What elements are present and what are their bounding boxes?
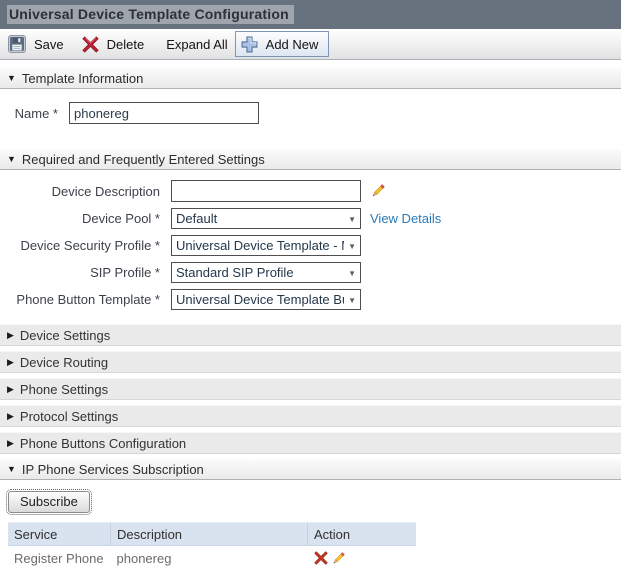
device-security-profile-select[interactable]: Universal Device Template - Moc ▼ (171, 235, 361, 256)
view-details-link[interactable]: View Details (370, 211, 441, 226)
expand-all-button[interactable]: Expand All (166, 37, 227, 52)
column-header-service: Service (8, 523, 111, 546)
delete-button-label: Delete (107, 37, 145, 52)
subscribe-button[interactable]: Subscribe (8, 491, 90, 513)
expanded-triangle-icon: ▼ (7, 73, 16, 83)
column-header-description: Description (111, 523, 308, 546)
phone-button-template-select[interactable]: Universal Device Template Butto ▼ (171, 289, 361, 310)
chevron-down-icon: ▼ (348, 242, 356, 251)
delete-button[interactable]: Delete (82, 36, 145, 53)
sip-profile-select[interactable]: Standard SIP Profile ▼ (171, 262, 361, 283)
blue-plus-icon (241, 36, 258, 53)
device-pool-select[interactable]: Default ▼ (171, 208, 361, 229)
section-protocol-settings[interactable]: ▶ Protocol Settings (0, 405, 621, 427)
chevron-down-icon: ▼ (348, 269, 356, 278)
description-cell: phonereg (111, 546, 308, 571)
section-device-routing[interactable]: ▶ Device Routing (0, 351, 621, 373)
edit-pencil-icon[interactable] (370, 183, 386, 199)
collapsed-sections: ▶ Device Settings ▶ Device Routing ▶ Pho… (0, 324, 621, 480)
device-pool-value: Default (176, 211, 344, 226)
services-table: Service Description Action Register Phon… (8, 522, 416, 570)
section-device-routing-label: Device Routing (20, 355, 108, 370)
section-device-settings[interactable]: ▶ Device Settings (0, 324, 621, 346)
services-table-header-row: Service Description Action (8, 523, 416, 546)
device-description-input[interactable] (171, 180, 361, 202)
device-pool-row: Device Pool * Default ▼ View Details (0, 207, 621, 229)
expand-all-label: Expand All (166, 37, 227, 52)
name-label: Name * (0, 106, 58, 121)
device-pool-label: Device Pool * (0, 211, 160, 226)
collapsed-triangle-icon: ▶ (7, 411, 14, 422)
save-button-label: Save (34, 37, 64, 52)
save-button[interactable]: Save (8, 35, 64, 53)
expanded-triangle-icon: ▼ (7, 464, 16, 474)
section-phone-buttons-configuration-label: Phone Buttons Configuration (20, 436, 186, 451)
section-template-information[interactable]: ▼ Template Information (0, 68, 621, 89)
add-new-button[interactable]: Add New (235, 31, 330, 57)
red-x-icon (82, 36, 99, 53)
section-protocol-settings-label: Protocol Settings (20, 409, 118, 424)
device-security-profile-value: Universal Device Template - Moc (176, 238, 344, 253)
chevron-down-icon: ▼ (348, 215, 356, 224)
edit-service-pencil-icon[interactable] (331, 551, 346, 566)
action-cell (308, 546, 417, 571)
column-header-action: Action (308, 523, 417, 546)
collapsed-triangle-icon: ▶ (7, 384, 14, 395)
phone-button-template-label: Phone Button Template * (0, 292, 160, 307)
section-ip-phone-services-subscription[interactable]: ▼ IP Phone Services Subscription (0, 459, 621, 480)
phone-button-template-value: Universal Device Template Butto (176, 292, 344, 307)
sip-profile-row: SIP Profile * Standard SIP Profile ▼ (0, 261, 621, 283)
page-title: Universal Device Template Configuration (7, 5, 294, 24)
delete-service-x-icon[interactable] (314, 551, 328, 565)
collapsed-triangle-icon: ▶ (7, 330, 14, 341)
phone-button-template-row: Phone Button Template * Universal Device… (0, 288, 621, 310)
section-phone-buttons-configuration[interactable]: ▶ Phone Buttons Configuration (0, 432, 621, 454)
collapsed-triangle-icon: ▶ (7, 357, 14, 368)
device-security-profile-label: Device Security Profile * (0, 238, 160, 253)
toolbar: Save Delete Expand All Add New (0, 29, 621, 60)
device-security-profile-row: Device Security Profile * Universal Devi… (0, 234, 621, 256)
collapsed-triangle-icon: ▶ (7, 438, 14, 449)
service-cell: Register Phone (8, 546, 111, 571)
section-template-information-label: Template Information (22, 71, 143, 86)
device-description-label: Device Description (0, 184, 160, 199)
expanded-triangle-icon: ▼ (7, 154, 16, 164)
page-header: Universal Device Template Configuration (0, 0, 621, 29)
section-phone-settings-label: Phone Settings (20, 382, 108, 397)
name-input[interactable] (69, 102, 259, 124)
section-device-settings-label: Device Settings (20, 328, 110, 343)
add-new-label: Add New (266, 37, 319, 52)
section-ip-phone-services-label: IP Phone Services Subscription (22, 462, 204, 477)
device-description-row: Device Description (0, 180, 621, 202)
name-row: Name * (0, 102, 621, 124)
chevron-down-icon: ▼ (348, 296, 356, 305)
section-required-settings[interactable]: ▼ Required and Frequently Entered Settin… (0, 149, 621, 170)
table-row: Register Phone phonereg (8, 546, 416, 571)
required-settings-body: Device Description Device Pool * Default… (0, 180, 621, 310)
section-phone-settings[interactable]: ▶ Phone Settings (0, 378, 621, 400)
floppy-disk-icon (8, 35, 26, 53)
section-required-settings-label: Required and Frequently Entered Settings (22, 152, 265, 167)
sip-profile-label: SIP Profile * (0, 265, 160, 280)
sip-profile-value: Standard SIP Profile (176, 265, 344, 280)
